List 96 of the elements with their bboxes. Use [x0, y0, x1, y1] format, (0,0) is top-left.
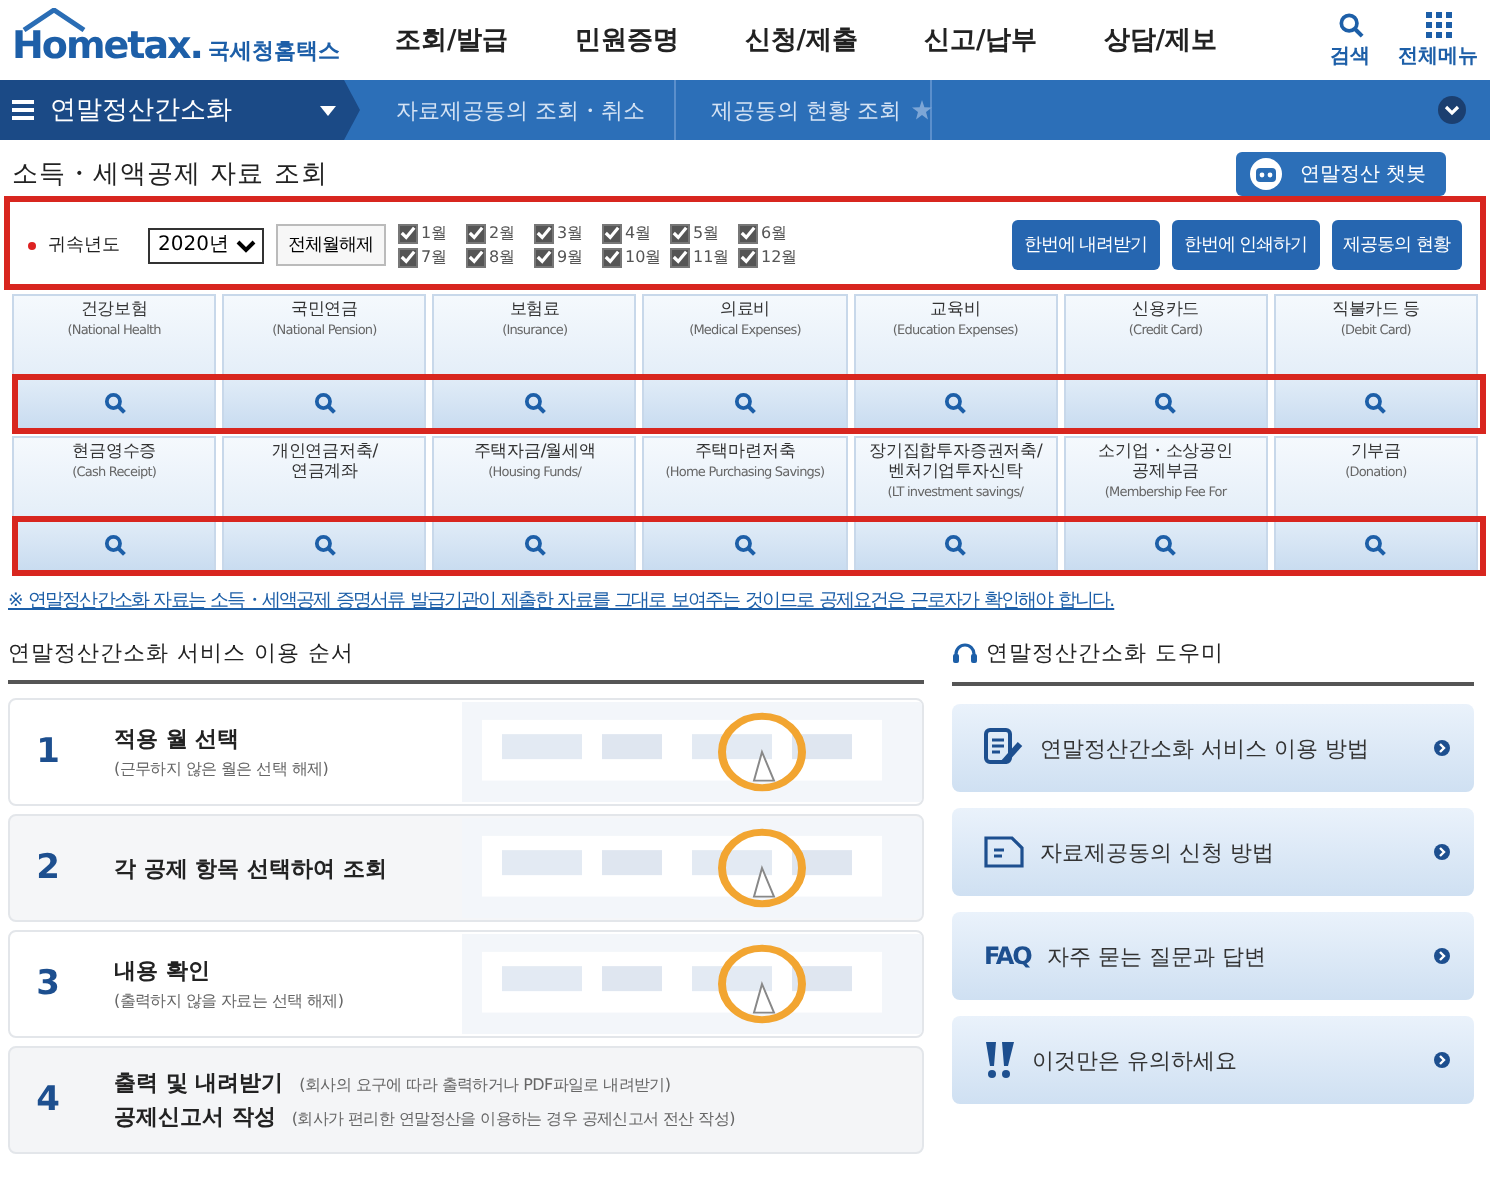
- step-number: 1: [34, 732, 62, 772]
- step-title: 각 공제 항목 선택하여 조회: [114, 853, 389, 883]
- month-checkbox[interactable]: 5월: [669, 222, 737, 244]
- month-checkbox[interactable]: 4월: [601, 222, 669, 244]
- all-menu-button[interactable]: 전체메뉴: [1398, 11, 1478, 69]
- search-icon: [313, 533, 336, 555]
- month-checkbox[interactable]: 12월: [737, 246, 805, 268]
- chevron-down-icon[interactable]: [1438, 96, 1466, 124]
- search-icon: [103, 533, 126, 555]
- arrow-circle-icon: [1434, 1052, 1450, 1068]
- step-title: 내용 확인: [114, 956, 212, 986]
- checkbox[interactable]: [397, 223, 417, 243]
- faq-label: FAQ: [984, 942, 1031, 970]
- grid-menu-icon: [1425, 11, 1451, 37]
- step-title: 공제신고서 작성: [114, 1102, 276, 1132]
- month-checkbox[interactable]: 6월: [737, 222, 805, 244]
- required-dot: [28, 241, 36, 249]
- headset-icon: [952, 642, 978, 664]
- month-checkbox[interactable]: 11월: [669, 246, 737, 268]
- step-title: 출력 및 내려받기: [114, 1068, 284, 1098]
- breadcrumb-link[interactable]: 자료제공동의 조회・취소: [360, 80, 675, 140]
- helper-link[interactable]: 연말정산간소화 서비스 이용 방법: [952, 704, 1474, 792]
- arrow-circle-icon: [1434, 948, 1450, 964]
- step-note: (근무하지 않은 월은 선택 해제): [114, 758, 331, 780]
- section-title: 연말정산간소화 서비스 이용 순서: [8, 638, 924, 684]
- chatbot-button[interactable]: 연말정산 챗봇: [1235, 152, 1446, 196]
- search-icon: [523, 533, 546, 555]
- checkbox[interactable]: [669, 247, 689, 267]
- step-note: (회사의 요구에 따라 출력하거나 PDF파일로 내려받기): [299, 1074, 671, 1096]
- checkbox[interactable]: [737, 247, 757, 267]
- month-checkbox[interactable]: 9월: [533, 246, 601, 268]
- step-number: 4: [34, 1080, 62, 1120]
- month-checkbox[interactable]: 3월: [533, 222, 601, 244]
- action-button[interactable]: 제공동의 현황: [1331, 220, 1462, 270]
- search-icon: [1364, 391, 1387, 413]
- arrow-circle-icon: [1434, 844, 1450, 860]
- robot-icon: [1247, 158, 1284, 190]
- checkbox[interactable]: [397, 247, 417, 267]
- step-number: 3: [34, 964, 62, 1004]
- search-icon: [313, 391, 336, 413]
- search-icon: [1337, 11, 1363, 37]
- logo-subtitle: 국세청홈택스: [208, 36, 341, 66]
- checkbox[interactable]: [533, 247, 553, 267]
- checkbox[interactable]: [533, 223, 553, 243]
- helper-link[interactable]: 이것만은 유의하세요: [952, 1016, 1474, 1104]
- year-label: 귀속년도: [48, 234, 120, 258]
- category-card[interactable]: 개인연금저축/ 연금계좌: [222, 436, 427, 572]
- search-icon: [944, 391, 967, 413]
- document-icon: [984, 836, 1024, 868]
- checkbox[interactable]: [465, 223, 485, 243]
- checkbox[interactable]: [601, 247, 621, 267]
- search-icon: [103, 391, 126, 413]
- month-checkbox[interactable]: 8월: [465, 246, 533, 268]
- menu-item[interactable]: 민원증명: [574, 22, 679, 58]
- exclamation-icon: [984, 1040, 1016, 1080]
- clear-months-button[interactable]: 전체월해제: [276, 224, 385, 266]
- menu-item[interactable]: 상담/제보: [1103, 22, 1217, 58]
- checkbox[interactable]: [669, 223, 689, 243]
- search-icon: [733, 533, 756, 555]
- page-title: 소득・세액공제 자료 조회: [12, 158, 328, 192]
- step-note: (회사가 편리한 연말정산을 이용하는 경우 공제신고서 전산 작성): [291, 1108, 735, 1130]
- arrow-circle-icon: [1434, 740, 1450, 756]
- star-icon[interactable]: [911, 100, 931, 120]
- month-checkbox[interactable]: 1월: [397, 222, 465, 244]
- month-checkbox[interactable]: 7월: [397, 246, 465, 268]
- logo[interactable]: Hometax.: [12, 24, 203, 68]
- step-title: 적용 월 선택: [114, 724, 242, 754]
- month-checkbox[interactable]: 10월: [601, 246, 669, 268]
- search-icon: [1154, 391, 1177, 413]
- search-button[interactable]: 검색: [1330, 11, 1370, 69]
- search-icon: [944, 533, 967, 555]
- helper-link[interactable]: 자료제공동의 신청 방법: [952, 808, 1474, 896]
- checkbox[interactable]: [737, 223, 757, 243]
- menu-item[interactable]: 조회/발급: [395, 22, 509, 58]
- year-select[interactable]: 2020년: [148, 227, 264, 263]
- document-pen-icon: [984, 728, 1024, 768]
- step-number: 2: [34, 848, 62, 888]
- helper-link[interactable]: FAQ 자주 묻는 질문과 답변: [952, 912, 1474, 1000]
- step-note: (출력하지 않을 자료는 선택 해제): [114, 990, 346, 1012]
- action-button[interactable]: 한번에 인쇄하기: [1171, 220, 1320, 270]
- search-icon: [733, 391, 756, 413]
- search-icon: [523, 391, 546, 413]
- search-icon: [1154, 533, 1177, 555]
- search-icon: [1364, 533, 1387, 555]
- notice-link[interactable]: ※ 연말정산간소화 자료는 소득・세액공제 증명서류 발급기관이 제출한 자료를 그대로 보여주는 것이므로 공제요건은 근로자가 확인해야 합니다.: [8, 588, 1490, 614]
- caret-icon: [320, 105, 336, 115]
- month-checkbox[interactable]: 2월: [465, 222, 533, 244]
- checkbox[interactable]: [601, 223, 621, 243]
- checkbox[interactable]: [465, 247, 485, 267]
- menu-item[interactable]: 신청/제출: [744, 22, 858, 58]
- menu-icon: [12, 100, 34, 120]
- menu-item[interactable]: 신고/납부: [924, 22, 1038, 58]
- house-roof-icon: [20, 8, 88, 32]
- action-button[interactable]: 한번에 내려받기: [1011, 220, 1160, 270]
- section-dropdown[interactable]: 연말정산간소화: [0, 80, 360, 140]
- section-title: 연말정산간소화 도우미: [986, 638, 1224, 668]
